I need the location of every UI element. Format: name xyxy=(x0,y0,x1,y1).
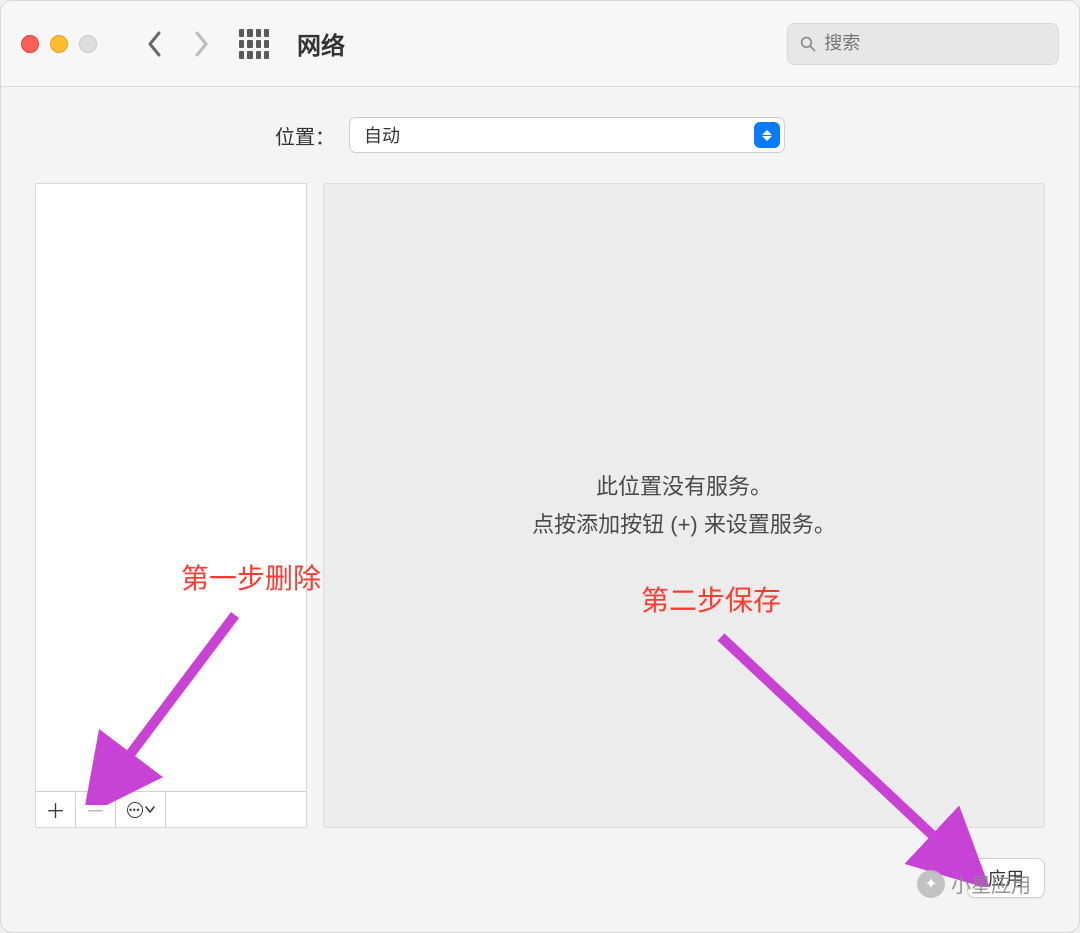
services-sidebar: ＋ － ••• xyxy=(35,183,307,828)
search-input[interactable] xyxy=(824,33,1046,54)
content-area: 位置： 自动 ＋ － ••• xyxy=(1,87,1079,828)
forward-button xyxy=(183,26,219,62)
apply-button[interactable]: 应用 xyxy=(967,858,1045,898)
window-controls xyxy=(21,35,97,53)
minus-icon: － xyxy=(86,795,106,824)
location-value: 自动 xyxy=(364,122,400,148)
service-detail-panel: 此位置没有服务。 点按添加按钮 (+) 来设置服务。 xyxy=(323,183,1045,828)
remove-service-button: － xyxy=(76,792,116,827)
show-all-icon[interactable] xyxy=(239,29,269,59)
location-select[interactable]: 自动 xyxy=(349,117,785,153)
service-options-button[interactable]: ••• xyxy=(116,792,166,827)
add-service-button[interactable]: ＋ xyxy=(36,792,76,827)
location-label: 位置： xyxy=(275,121,335,150)
dropdown-caret-icon xyxy=(754,122,780,148)
page-title: 网络 xyxy=(297,26,345,61)
network-preferences-window: 网络 位置： 自动 ＋ － ••• xyxy=(0,0,1080,933)
panels: ＋ － ••• 此位置没有服务。 点按添加按钮 (+) 来设置服务。 xyxy=(35,183,1045,828)
close-window-button[interactable] xyxy=(21,35,39,53)
location-row: 位置： 自动 xyxy=(35,117,1045,153)
titlebar: 网络 xyxy=(1,1,1079,87)
minimize-window-button[interactable] xyxy=(50,35,68,53)
empty-message-line1: 此位置没有服务。 xyxy=(532,468,836,505)
fullscreen-window-button xyxy=(79,35,97,53)
sidebar-toolbar: ＋ － ••• xyxy=(36,791,306,827)
back-button[interactable] xyxy=(137,26,173,62)
empty-message-line2: 点按添加按钮 (+) 来设置服务。 xyxy=(532,506,836,543)
search-field[interactable] xyxy=(787,23,1059,65)
search-icon xyxy=(800,35,816,53)
chevron-down-icon xyxy=(145,806,155,814)
plus-icon: ＋ xyxy=(46,795,66,824)
toolbar-filler xyxy=(166,792,306,827)
wechat-icon: ✦ xyxy=(917,870,945,898)
ellipsis-circle-icon: ••• xyxy=(127,802,143,818)
